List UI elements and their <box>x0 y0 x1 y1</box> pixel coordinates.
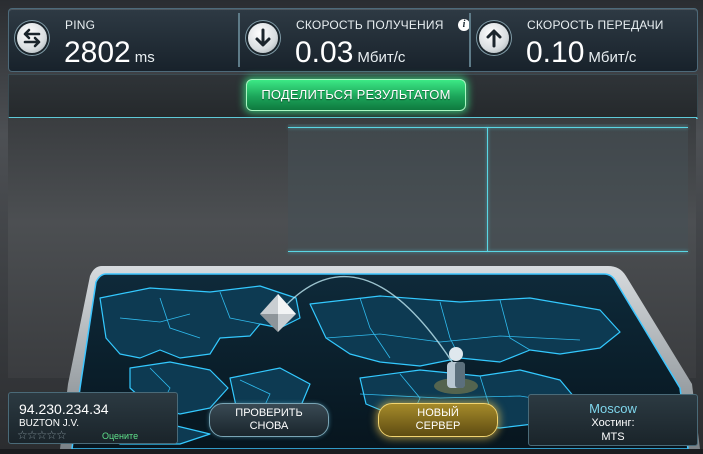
download-unit: Мбит/с <box>357 49 406 66</box>
download-label: СКОРОСТЬ ПОЛУЧЕНИЯ <box>296 18 444 32</box>
upload-arrow-icon <box>479 23 509 53</box>
graph-line <box>288 251 688 252</box>
graph-line <box>288 127 688 128</box>
star-icon[interactable]: ☆ <box>27 428 38 442</box>
upload-metric: СКОРОСТЬ ПЕРЕДАЧИ 0.10 Мбит/с <box>471 9 697 71</box>
share-results-button[interactable]: ПОДЕЛИТЬСЯ РЕЗУЛЬТАТОМ <box>246 79 466 111</box>
ping-metric: PING 2802 ms <box>9 9 237 71</box>
upload-value: 0.10 <box>526 36 585 69</box>
hosting-value: MTS <box>601 431 625 443</box>
client-info-panel: 94.230.234.34 BUZTON J.V. ☆☆☆☆☆ Оцените <box>8 392 178 444</box>
star-icon[interactable]: ☆ <box>56 428 67 442</box>
new-server-button[interactable]: НОВЫЙ СЕРВЕР <box>378 403 498 437</box>
download-value: 0.03 <box>295 36 354 69</box>
download-value-row: 0.03 Мбит/с <box>295 36 405 70</box>
test-again-label-1: ПРОВЕРИТЬ <box>235 407 303 419</box>
server-info-panel: Moscow Хостинг: MTS <box>528 394 698 446</box>
client-ip: 94.230.234.34 <box>19 401 109 417</box>
star-icon[interactable]: ☆ <box>37 428 48 442</box>
metrics-bar: PING 2802 ms СКОРОСТЬ ПОЛУЧЕНИЯ i 0.03 Мби… <box>8 8 698 72</box>
speed-graph-panel <box>288 124 688 256</box>
ping-value: 2802 <box>64 36 131 69</box>
new-server-label-2: СЕРВЕР <box>415 420 461 432</box>
star-icon[interactable]: ☆ <box>17 428 28 442</box>
hosting-label: Хостинг: <box>591 417 635 429</box>
ping-unit: ms <box>134 49 155 66</box>
swap-arrows-icon <box>17 23 47 53</box>
rate-isp-link[interactable]: Оцените <box>102 431 138 441</box>
test-again-label-2: СНОВА <box>249 420 289 432</box>
upload-label: СКОРОСТЬ ПЕРЕДАЧИ <box>527 18 664 32</box>
download-arrow-icon <box>248 23 278 53</box>
speedtest-app: PING 2802 ms СКОРОСТЬ ПОЛУЧЕНИЯ i 0.03 Мби… <box>0 0 703 450</box>
upload-unit: Мбит/с <box>588 49 637 66</box>
new-server-label-1: НОВЫЙ <box>417 407 459 419</box>
test-again-button[interactable]: ПРОВЕРИТЬ СНОВА <box>209 403 329 437</box>
server-city: Moscow <box>589 401 637 416</box>
ping-value-row: 2802 ms <box>64 36 155 70</box>
download-metric: СКОРОСТЬ ПОЛУЧЕНИЯ i 0.03 Мбит/с <box>240 9 470 71</box>
rating-stars[interactable]: ☆☆☆☆☆ <box>17 428 67 442</box>
upload-value-row: 0.10 Мбит/с <box>526 36 636 70</box>
ping-label: PING <box>65 18 96 32</box>
graph-divider <box>487 127 488 251</box>
star-icon[interactable]: ☆ <box>46 428 57 442</box>
